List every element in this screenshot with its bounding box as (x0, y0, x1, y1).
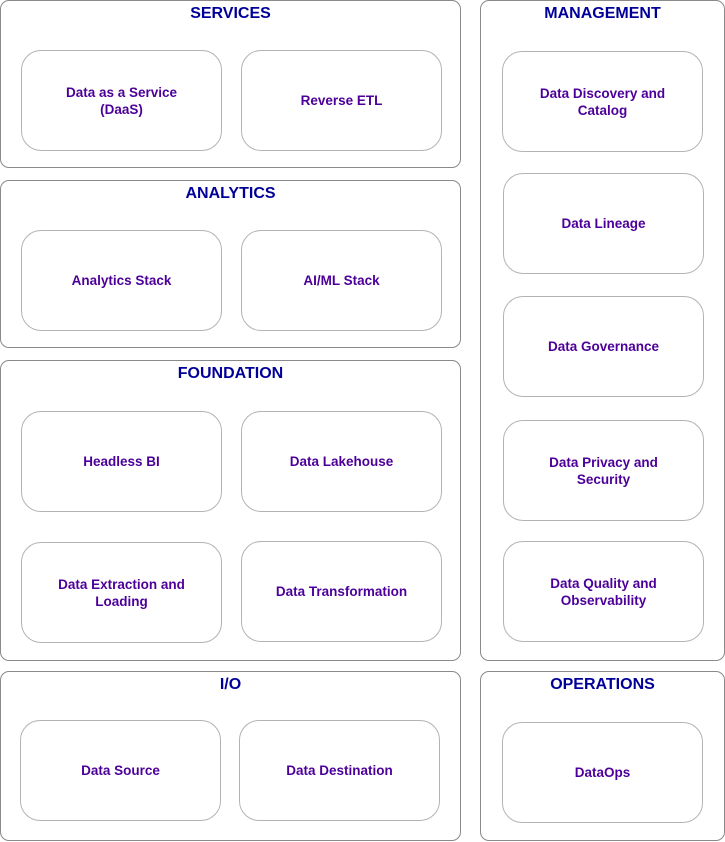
group-title-operations: OPERATIONS (550, 676, 655, 693)
card-label: Data Privacy and Security (549, 454, 658, 487)
card-data-governance[interactable]: Data Governance (503, 296, 704, 397)
card-label: Data Lineage (561, 216, 646, 231)
group-foundation: FOUNDATION Headless BI Data Lakehouse Da… (0, 360, 461, 661)
card-label: Headless BI (83, 454, 160, 469)
card-data-transformation[interactable]: Data Transformation (241, 541, 442, 642)
group-title-management: MANAGEMENT (544, 5, 661, 22)
card-label: Analytics Stack (71, 273, 172, 288)
group-title-analytics: ANALYTICS (185, 185, 276, 202)
card-data-quality-observability[interactable]: Data Quality and Observability (503, 541, 704, 642)
card-analytics-stack[interactable]: Analytics Stack (21, 230, 222, 331)
card-label: Data Extraction and Loading (58, 576, 185, 609)
card-data-lineage[interactable]: Data Lineage (503, 173, 704, 274)
card-data-lakehouse[interactable]: Data Lakehouse (241, 411, 442, 512)
card-label: Reverse ETL (300, 93, 383, 108)
card-reverse-etl[interactable]: Reverse ETL (241, 50, 442, 151)
group-title-services: SERVICES (190, 5, 271, 22)
card-label: Data Source (81, 763, 160, 778)
card-label: Data Discovery and Catalog (539, 85, 666, 118)
card-label: DataOps (574, 765, 631, 780)
card-ai-ml-stack[interactable]: AI/ML Stack (241, 230, 442, 331)
card-label: Data Governance (547, 339, 660, 354)
group-analytics: ANALYTICS Analytics Stack AI/ML Stack (0, 180, 461, 348)
card-label: Data Destination (286, 763, 393, 778)
card-data-extraction-loading[interactable]: Data Extraction and Loading (21, 542, 222, 643)
card-label: AI/ML Stack (303, 273, 380, 288)
card-label: Data Lakehouse (289, 454, 394, 469)
card-headless-bi[interactable]: Headless BI (21, 411, 222, 512)
card-data-privacy-security[interactable]: Data Privacy and Security (503, 420, 704, 521)
group-services: SERVICES Data as a Service (DaaS) Revers… (0, 0, 461, 168)
group-io: I/O Data Source Data Destination (0, 671, 461, 841)
group-title-io: I/O (219, 676, 242, 693)
group-operations: OPERATIONS DataOps (480, 671, 725, 841)
group-management: MANAGEMENT Data Discovery and Catalog Da… (480, 0, 725, 661)
card-data-source[interactable]: Data Source (20, 720, 221, 821)
card-label: Data as a Service (DaaS) (65, 84, 178, 117)
card-data-as-a-service[interactable]: Data as a Service (DaaS) (21, 50, 222, 151)
card-data-discovery-catalog[interactable]: Data Discovery and Catalog (502, 51, 703, 152)
card-dataops[interactable]: DataOps (502, 722, 703, 823)
card-data-destination[interactable]: Data Destination (239, 720, 440, 821)
card-label: Data Quality and Observability (550, 575, 657, 608)
group-title-foundation: FOUNDATION (177, 365, 284, 382)
card-label: Data Transformation (275, 584, 408, 599)
